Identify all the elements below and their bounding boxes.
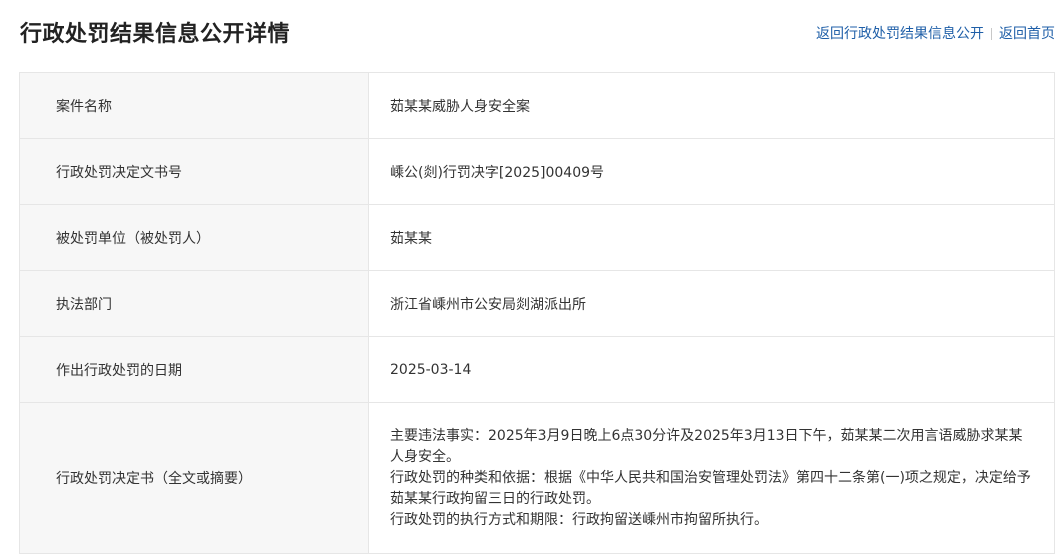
case-name-value: 茹某某威胁人身安全案 [368,72,1055,139]
penalty-basis-text: 行政处罚的种类和依据：根据《中华人民共和国治安管理处罚法》第四十二条第(一)项之… [390,469,1031,507]
page: 行政处罚结果信息公开详情 返回行政处罚结果信息公开 返回首页 案件名称 茹某某威… [0,0,1063,556]
page-header: 行政处罚结果信息公开详情 返回行政处罚结果信息公开 返回首页 [0,0,1063,70]
document-number-label: 行政处罚决定文书号 [19,138,369,205]
table-row-penalized-party: 被处罚单位（被处罚人） 茹某某 [19,204,1055,271]
decision-date-label: 作出行政处罚的日期 [19,336,369,403]
decision-summary-value: 主要违法事实：2025年3月9日晚上6点30分许及2025年3月13日下午，茹某… [368,402,1055,554]
table-row-decision-date: 作出行政处罚的日期 2025-03-14 [19,336,1055,403]
decision-date-value: 2025-03-14 [368,336,1055,403]
violation-facts-text: 主要违法事实：2025年3月9日晚上6点30分许及2025年3月13日下午，茹某… [390,427,1023,465]
document-number-value: 嵊公(剡)行罚决字[2025]00409号 [368,138,1055,205]
case-name-label: 案件名称 [19,72,369,139]
back-to-home-link[interactable]: 返回首页 [999,24,1055,44]
decision-summary-label: 行政处罚决定书（全文或摘要） [19,402,369,554]
table-row-document-number: 行政处罚决定文书号 嵊公(剡)行罚决字[2025]00409号 [19,138,1055,205]
enforcement-department-value: 浙江省嵊州市公安局剡湖派出所 [368,270,1055,337]
penalized-party-value: 茹某某 [368,204,1055,271]
table-row-enforcement-department: 执法部门 浙江省嵊州市公安局剡湖派出所 [19,270,1055,337]
header-nav: 返回行政处罚结果信息公开 返回首页 [816,24,1055,44]
enforcement-department-label: 执法部门 [19,270,369,337]
table-row-decision-summary: 行政处罚决定书（全文或摘要） 主要违法事实：2025年3月9日晚上6点30分许及… [19,402,1055,554]
back-to-list-link[interactable]: 返回行政处罚结果信息公开 [816,24,984,44]
page-title: 行政处罚结果信息公开详情 [20,22,291,47]
penalty-execution-text: 行政处罚的执行方式和期限：行政拘留送嵊州市拘留所执行。 [390,511,768,528]
penalized-party-label: 被处罚单位（被处罚人） [19,204,369,271]
detail-table: 案件名称 茹某某威胁人身安全案 行政处罚决定文书号 嵊公(剡)行罚决字[2025… [19,72,1055,554]
nav-divider [991,28,992,40]
table-row-case-name: 案件名称 茹某某威胁人身安全案 [19,72,1055,139]
